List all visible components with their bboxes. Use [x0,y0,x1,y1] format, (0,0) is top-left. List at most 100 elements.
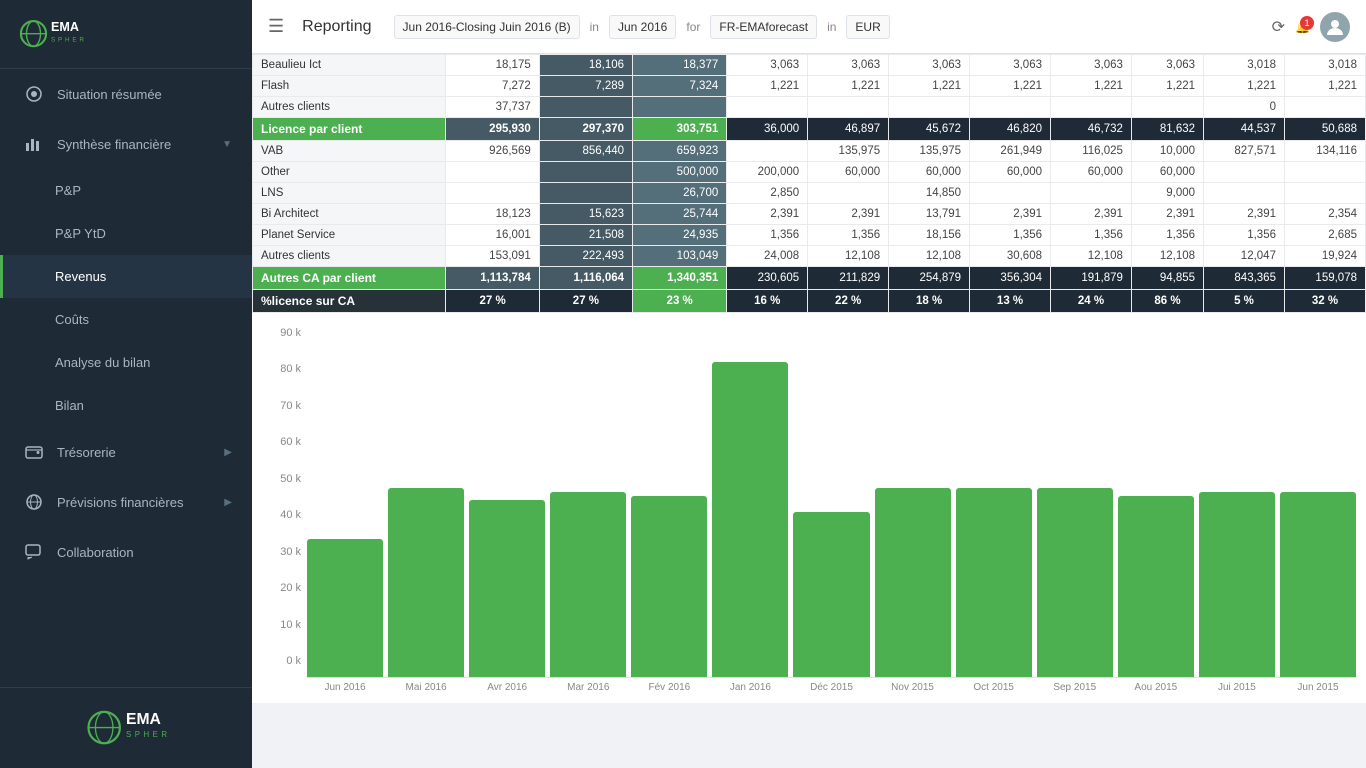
y-label: 0 k [286,655,301,667]
cell-c8: 116,025 [1051,141,1132,162]
cell-c1 [446,162,539,183]
sidebar-item-previsions[interactable]: Prévisions financières ▶ [0,477,252,527]
chart-bar [1280,492,1356,677]
cell-c2 [539,162,632,183]
cell-c10: 2,391 [1204,204,1285,225]
sidebar-item-revenus[interactable]: Revenus [0,255,252,298]
cell-c7: 1,221 [970,76,1051,97]
sidebar-item-label: Bilan [55,398,232,413]
notification-bell[interactable]: 🔔 1 [1295,20,1310,34]
cell-c7: 3,063 [970,55,1051,76]
refresh-icon[interactable]: ⟳ [1272,17,1285,37]
cell-c2 [539,183,632,204]
sidebar-item-analyse[interactable]: Analyse du bilan [0,341,252,384]
x-label: Jui 2015 [1199,682,1275,693]
cell-c6: 135,975 [889,141,970,162]
y-label: 50 k [280,473,301,485]
period-selector[interactable]: Jun 2016-Closing Juin 2016 (B) [394,15,580,39]
table-row: VAB 926,569 856,440 659,923 135,975 135,… [253,141,1366,162]
cell-c7: 46,820 [970,118,1051,141]
cell-c10: 1,221 [1204,76,1285,97]
svg-text:SPHERE: SPHERE [51,36,86,43]
cell-c11: 32 % [1284,290,1365,313]
sidebar-item-label: Analyse du bilan [55,355,232,370]
cell-c2: 18,106 [539,55,632,76]
chart-bars [307,323,1356,678]
cell-c3: 23 % [633,290,727,313]
cell-c8: 2,391 [1051,204,1132,225]
sidebar: EMA SPHERE Situation résumée Synthèse fi… [0,0,252,768]
sidebar-logo-top: EMA SPHERE [0,0,252,69]
cell-c3 [633,97,727,118]
cell-c5: 60,000 [808,162,889,183]
in1-label: in [590,20,599,34]
cell-c8: 46,732 [1051,118,1132,141]
forecast-selector[interactable]: FR-EMAforecast [710,15,817,39]
chart-bar [550,492,626,677]
cell-c3: 25,744 [633,204,727,225]
cell-c11: 134,116 [1284,141,1365,162]
row-label: Planet Service [253,225,446,246]
sidebar-item-ppytd[interactable]: P&P YtD [0,212,252,255]
sidebar-item-collaboration[interactable]: Collaboration [0,527,252,577]
sidebar-item-tresorerie[interactable]: Trésorerie ▶ [0,427,252,477]
currency-selector[interactable]: EUR [846,15,889,39]
cell-c11: 2,685 [1284,225,1365,246]
cell-c9: 1,356 [1131,225,1203,246]
main-content: ☰ Reporting Jun 2016-Closing Juin 2016 (… [252,0,1366,768]
chevron-right-icon: ▶ [224,497,232,508]
cell-c4: 230,605 [727,267,808,290]
sidebar-item-label: Situation résumée [57,87,232,102]
sidebar-item-synthese[interactable]: Synthèse financière ▼ [0,119,252,169]
cell-c1: 18,175 [446,55,539,76]
cell-c2: 222,493 [539,246,632,267]
cell-c8: 1,356 [1051,225,1132,246]
sidebar-item-label: Prévisions financières [57,495,224,510]
cell-c6: 14,850 [889,183,970,204]
sidebar-item-label: Coûts [55,312,232,327]
x-label: Mar 2016 [550,682,626,693]
sidebar-item-bilan[interactable]: Bilan [0,384,252,427]
cell-c8: 191,879 [1051,267,1132,290]
y-label: 20 k [280,582,301,594]
cell-c1: 27 % [446,290,539,313]
cell-c8: 60,000 [1051,162,1132,183]
chart-bar [956,488,1032,677]
cell-c4: 2,850 [727,183,808,204]
cell-c3: 7,324 [633,76,727,97]
table-row: Bi Architect 18,123 15,623 25,744 2,391 … [253,204,1366,225]
x-label: Jan 2016 [712,682,788,693]
table-row: Flash 7,272 7,289 7,324 1,221 1,221 1,22… [253,76,1366,97]
cell-c7: 30,608 [970,246,1051,267]
user-avatar[interactable] [1320,12,1350,42]
cell-c9: 60,000 [1131,162,1203,183]
menu-icon[interactable]: ☰ [268,16,284,37]
sidebar-item-label: Revenus [55,269,232,284]
topbar: ☰ Reporting Jun 2016-Closing Juin 2016 (… [252,0,1366,54]
row-label: Licence par client [253,118,446,141]
cell-c7: 1,356 [970,225,1051,246]
svg-text:SPHERE: SPHERE [126,730,171,739]
cell-c1: 153,091 [446,246,539,267]
cell-c3: 24,935 [633,225,727,246]
sidebar-item-couts[interactable]: Coûts [0,298,252,341]
sidebar-item-situation[interactable]: Situation résumée [0,69,252,119]
cell-c1: 7,272 [446,76,539,97]
sidebar-item-pp[interactable]: P&P [0,169,252,212]
chart-y-axis: 90 k 80 k 70 k 60 k 50 k 40 k 30 k 20 k … [257,323,307,693]
cell-c3: 1,340,351 [633,267,727,290]
month-selector[interactable]: Jun 2016 [609,15,676,39]
chart-bar [1118,496,1194,677]
ema-sphere-logo: EMA SPHERE [16,12,86,56]
x-label: Jun 2016 [307,682,383,693]
cell-c6: 13,791 [889,204,970,225]
cell-c10 [1204,162,1285,183]
cell-c3: 18,377 [633,55,727,76]
cell-c11 [1284,162,1365,183]
notification-badge: 1 [1300,16,1314,30]
cell-c1: 926,569 [446,141,539,162]
topbar-title: Reporting [302,18,371,36]
cell-c5: 3,063 [808,55,889,76]
cell-c1: 16,001 [446,225,539,246]
svg-text:EMA: EMA [126,711,161,728]
